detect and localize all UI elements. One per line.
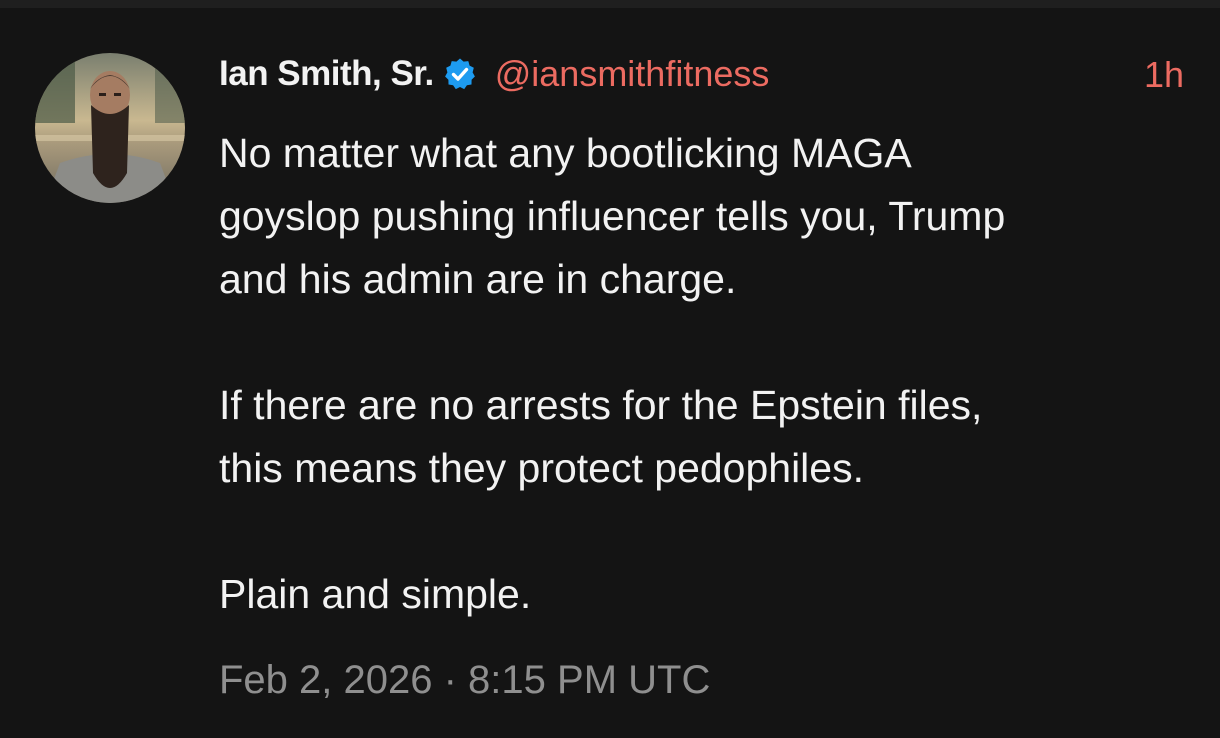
tweet-line: No matter what any bootlicking MAGA xyxy=(219,130,912,176)
tweet-card: Ian Smith, Sr. @iansmithfitness 1h No ma… xyxy=(0,8,1220,738)
tweet-line: this means they protect pedophiles. xyxy=(219,445,864,491)
verified-badge-icon xyxy=(443,57,477,91)
tweet-line: goyslop pushing influencer tells you, Tr… xyxy=(219,193,1006,239)
tweet-header: Ian Smith, Sr. @iansmithfitness xyxy=(219,52,769,96)
author-display-name[interactable]: Ian Smith, Sr. xyxy=(219,54,434,94)
tweet-paragraph: No matter what any bootlicking MAGA goys… xyxy=(219,122,1189,311)
relative-time[interactable]: 1h xyxy=(1144,54,1184,96)
tweet-text: No matter what any bootlicking MAGA goys… xyxy=(219,122,1189,626)
tweet-line: Plain and simple. xyxy=(219,571,532,617)
tweet-paragraph: Plain and simple. xyxy=(219,563,1189,626)
author-handle[interactable]: @iansmithfitness xyxy=(495,53,770,95)
tweet-timestamp[interactable]: Feb 2, 2026 · 8:15 PM UTC xyxy=(219,658,710,703)
avatar[interactable] xyxy=(35,53,185,203)
tweet-paragraph: If there are no arrests for the Epstein … xyxy=(219,374,1189,500)
top-divider xyxy=(0,0,1220,8)
tweet-line: and his admin are in charge. xyxy=(219,256,737,302)
tweet-line: If there are no arrests for the Epstein … xyxy=(219,382,983,428)
